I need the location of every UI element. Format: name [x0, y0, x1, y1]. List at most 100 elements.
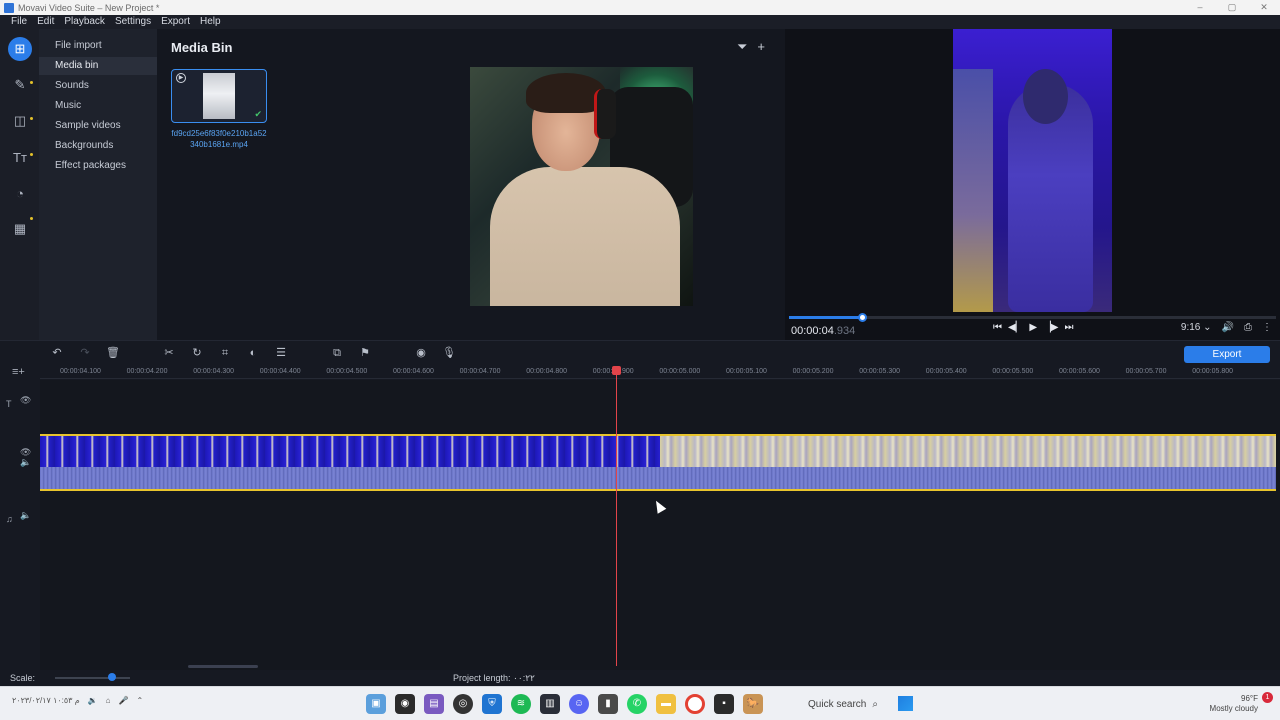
- window-controls: – ▢ ✕: [1184, 0, 1280, 15]
- camera-app-icon[interactable]: ◉: [395, 694, 415, 714]
- category-music[interactable]: Music: [39, 97, 157, 115]
- file-explorer-icon[interactable]: ▬: [656, 694, 676, 714]
- menu-export[interactable]: Export: [156, 15, 195, 29]
- preview-seek-handle[interactable]: [858, 313, 868, 322]
- category-effect-packages[interactable]: Effect packages: [39, 157, 157, 175]
- preview-frame: [953, 29, 1112, 312]
- mic-tray-icon[interactable]: 🎤: [118, 696, 128, 705]
- color-adjust-icon[interactable]: ◐: [246, 346, 260, 360]
- close-icon[interactable]: ✕: [1248, 0, 1280, 15]
- category-file-import[interactable]: File import: [39, 37, 157, 55]
- menu-playback[interactable]: Playback: [59, 15, 110, 29]
- whatsapp-app-icon[interactable]: ✆: [627, 694, 647, 714]
- scale-label: Scale:: [10, 673, 36, 683]
- export-button[interactable]: Export: [1184, 346, 1270, 363]
- shield-app-icon[interactable]: ⛨: [482, 694, 502, 714]
- webcam-record-icon[interactable]: ◉: [414, 346, 428, 360]
- snapshot-icon[interactable]: ⎙: [1244, 322, 1252, 333]
- quick-search[interactable]: Quick search ⌕: [796, 694, 890, 714]
- chrome-app-icon[interactable]: [685, 694, 705, 714]
- microphone-icon[interactable]: 🎙: [442, 346, 456, 360]
- cut-icon[interactable]: ✂: [162, 346, 176, 360]
- menu-help[interactable]: Help: [195, 15, 226, 29]
- ruler-tick-label: 00:00:05.500: [992, 368, 1034, 375]
- delete-icon[interactable]: 🗑: [106, 346, 120, 360]
- movavi-suite-app-icon[interactable]: ▥: [540, 694, 560, 714]
- terminal-app-icon[interactable]: ▪: [714, 694, 734, 714]
- more-tools-icon[interactable]: ▦: [8, 217, 32, 241]
- crop-icon[interactable]: ⌗: [218, 346, 232, 360]
- new-indicator-dot: [30, 81, 33, 84]
- audio-waveform[interactable]: [40, 467, 1276, 491]
- clock[interactable]: م ١٠:٥٣ ٢٠٢٣/٠٢/١٧: [12, 696, 80, 705]
- skip-end-icon[interactable]: ⏭: [1064, 322, 1073, 333]
- frame-back-icon[interactable]: ◀▏: [1008, 322, 1023, 333]
- skip-start-icon[interactable]: ⏮: [993, 322, 1002, 333]
- ruler-tick-label: 00:00:04.500: [326, 368, 368, 375]
- volume-icon[interactable]: 🔊: [1222, 322, 1234, 333]
- category-sample-videos[interactable]: Sample videos: [39, 117, 157, 135]
- menu-edit[interactable]: Edit: [32, 15, 59, 29]
- playhead-handle[interactable]: [612, 366, 621, 375]
- import-categories: File import Media bin Sounds Music Sampl…: [39, 29, 157, 340]
- book-app-icon[interactable]: ▮: [598, 694, 618, 714]
- frame-forward-icon[interactable]: ▕▶: [1043, 322, 1058, 333]
- weather-widget[interactable]: 96°F Mostly cloudy: [1210, 694, 1258, 714]
- speaker-icon[interactable]: 🔉: [88, 696, 98, 705]
- more-options-icon[interactable]: ⋮: [1262, 322, 1272, 333]
- scale-slider[interactable]: [55, 677, 130, 679]
- transitions-icon[interactable]: ◫: [8, 109, 32, 133]
- network-icon[interactable]: ⌂: [106, 696, 111, 705]
- import-icon[interactable]: ⊞: [8, 37, 32, 61]
- timeline-scrollbar[interactable]: [188, 665, 258, 668]
- stickers-icon[interactable]: ◔: [8, 181, 32, 205]
- aspect-ratio-select[interactable]: 9:16 ⌄: [1181, 322, 1212, 333]
- rotate-icon[interactable]: ↻: [190, 346, 204, 360]
- undo-icon[interactable]: ↶: [50, 346, 64, 360]
- menu-settings[interactable]: Settings: [110, 15, 156, 29]
- media-thumbnail[interactable]: ▶ ✔: [171, 69, 267, 123]
- add-track-icon[interactable]: ≡+: [12, 366, 25, 378]
- mute-icon[interactable]: 🔈: [20, 510, 31, 521]
- video-editor-app-icon[interactable]: ▤: [424, 694, 444, 714]
- play-preview-icon[interactable]: ▶: [176, 73, 186, 83]
- spotify-app-icon[interactable]: ≋: [511, 694, 531, 714]
- category-media-bin[interactable]: Media bin: [39, 57, 157, 75]
- music-note-icon: ♫: [6, 514, 13, 524]
- maximize-icon[interactable]: ▢: [1216, 0, 1248, 15]
- chevron-up-icon[interactable]: ⌃: [136, 696, 143, 705]
- effects-wand-icon[interactable]: ✎: [8, 73, 32, 97]
- media-file-name[interactable]: fd9cd25e6f83f0e210b1a52340b1681e.mp4: [171, 128, 267, 150]
- add-icon[interactable]: +: [757, 39, 765, 55]
- filter-icon[interactable]: ⏷: [737, 39, 747, 55]
- movavi-app-icon[interactable]: ▣: [366, 694, 386, 714]
- preview-person-head: [1023, 69, 1068, 124]
- discord-app-icon[interactable]: ☺: [569, 694, 589, 714]
- minimize-icon[interactable]: –: [1184, 0, 1216, 15]
- game-app-icon[interactable]: 🐎: [743, 694, 763, 714]
- timeline-ruler[interactable]: 00:00:04.100 00:00:04.200 00:00:04.300 00:0…: [40, 365, 1280, 379]
- play-icon[interactable]: ▶: [1029, 322, 1037, 333]
- temperature: 96°F: [1241, 694, 1258, 703]
- ruler-tick-label: 00:00:05.700: [1125, 368, 1167, 375]
- overlay-icon[interactable]: ⧉: [330, 346, 344, 360]
- video-clip-2[interactable]: [660, 434, 1276, 467]
- timeline-tracks[interactable]: [40, 380, 1280, 670]
- media-bin-panel: Media Bin ⏷ + ▶ ✔ fd9cd25e6f83f0e210b1a5…: [157, 29, 785, 340]
- scale-slider-handle[interactable]: [108, 673, 116, 681]
- category-backgrounds[interactable]: Backgrounds: [39, 137, 157, 155]
- windows-start-icon[interactable]: [898, 696, 913, 711]
- ruler-tick-label: 00:00:05.800: [1192, 368, 1234, 375]
- titles-icon[interactable]: Tт: [8, 145, 32, 169]
- obs-app-icon[interactable]: ◎: [453, 694, 473, 714]
- menu-file[interactable]: File: [0, 15, 32, 29]
- category-sounds[interactable]: Sounds: [39, 77, 157, 95]
- redo-icon[interactable]: ↷: [78, 346, 92, 360]
- notification-badge[interactable]: 1: [1262, 692, 1273, 703]
- add-track-control[interactable]: ≡+: [0, 365, 40, 379]
- marker-flag-icon[interactable]: ⚑: [358, 346, 372, 360]
- video-clip-1[interactable]: [40, 434, 660, 467]
- clip-properties-icon[interactable]: ☰: [274, 346, 288, 360]
- visibility-icon[interactable]: 👁: [20, 395, 31, 406]
- mute-icon[interactable]: 🔈: [20, 457, 31, 468]
